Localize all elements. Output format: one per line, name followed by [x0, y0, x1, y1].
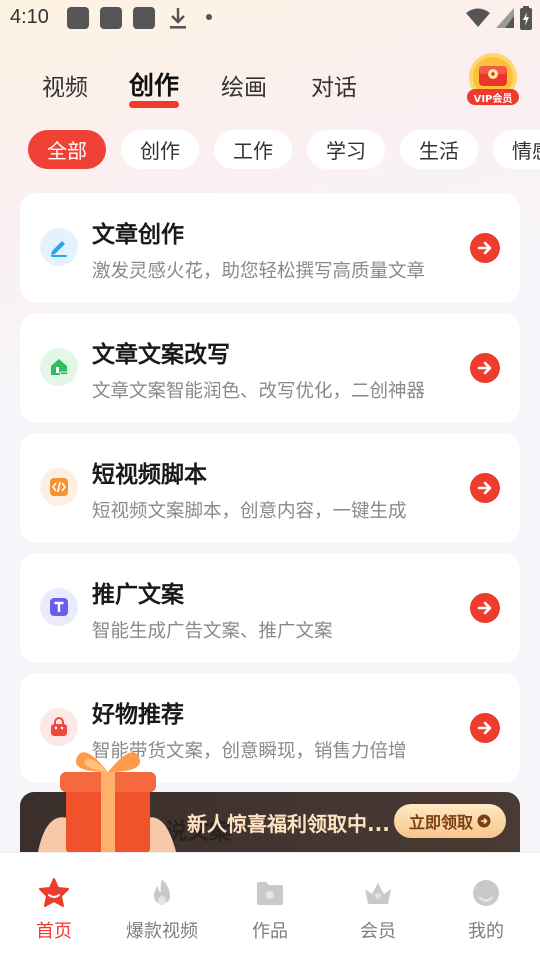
nav-label: 爆款视频 [126, 921, 198, 942]
arrow-right-icon[interactable] [470, 353, 500, 383]
status-bar: 4:10 [0, 0, 540, 36]
card-short-video-script[interactable]: 短视频脚本 短视频文案脚本，创意内容，一键生成 [20, 433, 520, 543]
flame-icon [154, 879, 170, 906]
nav-hot-video[interactable]: 爆款视频 [108, 853, 216, 960]
pencil-icon [40, 228, 78, 266]
card-promo-copy[interactable]: 推广文案 智能生成广告文案、推广文案 [20, 553, 520, 663]
chip-life[interactable]: 生活 [400, 130, 478, 169]
category-chips: 全部 创作 工作 学习 生活 情感 [0, 130, 540, 170]
chip-all[interactable]: 全部 [28, 130, 106, 169]
folder-icon [257, 882, 283, 905]
nav-label: 首页 [36, 921, 72, 942]
notification-icon [100, 7, 122, 29]
card-article-rewrite[interactable]: 文章文案改写 文章文案智能润色、改写优化，二创神器 [20, 313, 520, 423]
download-icon [170, 8, 186, 29]
bottom-navigation: 首页 爆款视频 作品 会员 我的 [0, 852, 540, 960]
chip-work[interactable]: 工作 [214, 130, 292, 169]
wifi-icon [466, 8, 490, 27]
card-title: 文章创作 [92, 222, 184, 248]
notification-icon [67, 7, 89, 29]
dot-icon [206, 14, 212, 20]
claim-button-label: 立即领取 [408, 813, 473, 832]
tab-create[interactable]: 创作 [129, 66, 180, 108]
card-description: 短视频文案脚本，创意内容，一键生成 [92, 501, 407, 522]
arrow-right-icon[interactable] [470, 713, 500, 743]
nav-home[interactable]: 首页 [0, 853, 108, 960]
status-time: 4:10 [10, 6, 49, 28]
vip-badge[interactable]: VIP会员 [466, 52, 520, 106]
vip-badge-label: VIP会员 [473, 94, 513, 105]
card-article-writing[interactable]: 文章创作 激发灵感火花，助您轻松撰写高质量文章 [20, 193, 520, 303]
promo-text: 新人惊喜福利领取中... [187, 812, 390, 836]
card-title: 短视频脚本 [92, 462, 207, 488]
tab-chat[interactable]: 对话 [311, 68, 357, 102]
nav-vip[interactable]: 会员 [324, 853, 432, 960]
crown-icon [365, 883, 391, 904]
tab-drawing[interactable]: 绘画 [221, 68, 267, 102]
shopping-bag-icon [40, 708, 78, 746]
chip-study[interactable]: 学习 [307, 130, 385, 169]
chip-emotion[interactable]: 情感 [493, 130, 540, 169]
tab-video[interactable]: 视频 [42, 68, 88, 102]
chip-create[interactable]: 创作 [121, 130, 199, 169]
arrow-right-icon[interactable] [470, 473, 500, 503]
arrow-right-icon[interactable] [470, 233, 500, 263]
nav-mine[interactable]: 我的 [432, 853, 540, 960]
top-tabs: 视频 创作 绘画 对话 [0, 60, 540, 110]
card-description: 智能生成广告文案、推广文案 [92, 621, 333, 642]
nav-label: 作品 [252, 921, 288, 942]
battery-icon [520, 6, 532, 30]
text-t-icon [40, 588, 78, 626]
card-description: 激发灵感火花，助您轻松撰写高质量文章 [92, 261, 426, 282]
claim-button[interactable]: 立即领取 [394, 804, 506, 838]
rewrite-icon [40, 348, 78, 386]
card-title: 文章文案改写 [92, 342, 230, 368]
gift-box-icon [38, 752, 176, 854]
card-description: 文章文案智能润色、改写优化，二创神器 [92, 381, 426, 402]
card-title: 推广文案 [92, 582, 184, 608]
arrow-right-icon[interactable] [470, 593, 500, 623]
home-star-icon [39, 878, 69, 907]
nav-label: 会员 [360, 921, 396, 942]
signal-icon [496, 8, 514, 28]
arrow-circle-icon [477, 814, 491, 828]
card-title: 好物推荐 [92, 702, 184, 728]
notification-icon [133, 7, 155, 29]
profile-icon [473, 880, 499, 906]
nav-label: 我的 [468, 921, 504, 942]
nav-works[interactable]: 作品 [216, 853, 324, 960]
code-icon [40, 468, 78, 506]
